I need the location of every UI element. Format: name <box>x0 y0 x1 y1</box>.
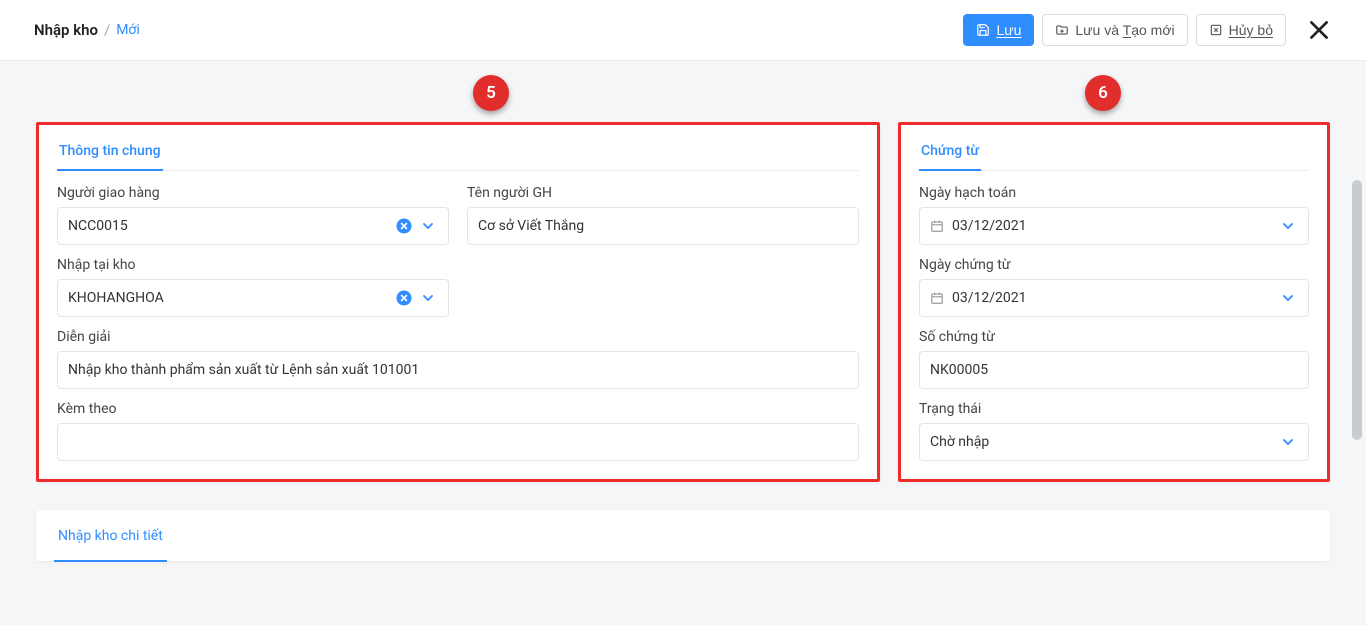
calendar-icon <box>930 219 944 233</box>
breadcrumb: Nhập kho / Mới <box>34 21 140 39</box>
deliverer-value: NCC0015 <box>68 218 396 234</box>
description-label: Diễn giải <box>57 329 859 345</box>
detail-tabstrip: Nhập kho chi tiết <box>36 510 1330 562</box>
save-and-new-label: Lưu và Tạo mới <box>1075 22 1174 38</box>
deliverer-select[interactable]: NCC0015 <box>57 207 449 245</box>
breadcrumb-root[interactable]: Nhập kho <box>34 21 98 39</box>
page-header: Nhập kho / Mới Lưu Lưu và Tạo mới Hủy bỏ <box>0 0 1366 60</box>
clear-icon[interactable] <box>396 218 412 234</box>
save-button[interactable]: Lưu <box>963 14 1034 46</box>
save-icon <box>976 23 990 37</box>
chevron-down-icon[interactable] <box>1278 436 1298 448</box>
chevron-down-icon[interactable] <box>418 220 438 232</box>
voucher-no-value: NK00005 <box>930 362 1298 378</box>
annotation-callout-5: 5 <box>473 75 509 111</box>
attachment-label: Kèm theo <box>57 401 859 417</box>
annotation-callout-6: 6 <box>1085 75 1121 111</box>
posting-date-label: Ngày hạch toán <box>919 185 1309 201</box>
attachment-input[interactable] <box>57 423 859 461</box>
deliverer-name-value: Cơ sở Viết Thắng <box>478 218 848 234</box>
status-select[interactable]: Chờ nhập <box>919 423 1309 461</box>
chevron-down-icon[interactable] <box>418 292 438 304</box>
header-actions: Lưu Lưu và Tạo mới Hủy bỏ <box>963 14 1332 46</box>
save-button-label: Lưu <box>996 22 1021 38</box>
general-info-panel: 5 Thông tin chung Người giao hàng NCC001… <box>36 122 880 482</box>
status-label: Trạng thái <box>919 401 1309 417</box>
voucher-panel: 6 Chứng từ Ngày hạch toán 03/12/2021 <box>898 122 1330 482</box>
close-button[interactable] <box>1306 17 1332 43</box>
detail-panel: Nhập kho chi tiết <box>36 510 1330 562</box>
voucher-date-value: 03/12/2021 <box>952 290 1278 306</box>
tab-general-info[interactable]: Thông tin chung <box>57 135 163 171</box>
voucher-date-input[interactable]: 03/12/2021 <box>919 279 1309 317</box>
description-value: Nhập kho thành phẩm sản xuất từ Lệnh sản… <box>68 362 848 378</box>
deliverer-name-input[interactable]: Cơ sở Viết Thắng <box>467 207 859 245</box>
tab-detail[interactable]: Nhập kho chi tiết <box>54 510 167 562</box>
voucher-no-label: Số chứng từ <box>919 329 1309 345</box>
save-and-new-button[interactable]: Lưu và Tạo mới <box>1042 14 1187 46</box>
warehouse-value: KHOHANGHOA <box>68 290 396 306</box>
description-input[interactable]: Nhập kho thành phẩm sản xuất từ Lệnh sản… <box>57 351 859 389</box>
tab-voucher[interactable]: Chứng từ <box>919 135 981 171</box>
panels-row: 5 Thông tin chung Người giao hàng NCC001… <box>36 122 1330 482</box>
chevron-down-icon[interactable] <box>1278 220 1298 232</box>
status-value: Chờ nhập <box>930 434 1278 450</box>
voucher-date-label: Ngày chứng từ <box>919 257 1309 273</box>
cancel-button-label: Hủy bỏ <box>1229 22 1273 38</box>
deliverer-name-label: Tên người GH <box>467 185 859 201</box>
breadcrumb-separator: / <box>104 21 110 39</box>
warehouse-select[interactable]: KHOHANGHOA <box>57 279 449 317</box>
deliverer-label: Người giao hàng <box>57 185 449 201</box>
general-tabstrip: Thông tin chung <box>57 135 859 171</box>
cancel-button[interactable]: Hủy bỏ <box>1196 14 1286 46</box>
chevron-down-icon[interactable] <box>1278 292 1298 304</box>
scrollbar[interactable] <box>1352 180 1362 440</box>
posting-date-value: 03/12/2021 <box>952 218 1278 234</box>
cancel-icon <box>1209 23 1223 37</box>
voucher-no-input[interactable]: NK00005 <box>919 351 1309 389</box>
breadcrumb-current: Mới <box>116 22 140 38</box>
page-body: 5 Thông tin chung Người giao hàng NCC001… <box>0 60 1366 562</box>
posting-date-input[interactable]: 03/12/2021 <box>919 207 1309 245</box>
voucher-tabstrip: Chứng từ <box>919 135 1309 171</box>
clear-icon[interactable] <box>396 290 412 306</box>
calendar-icon <box>930 291 944 305</box>
warehouse-label: Nhập tại kho <box>57 257 449 273</box>
folder-plus-icon <box>1055 23 1069 37</box>
